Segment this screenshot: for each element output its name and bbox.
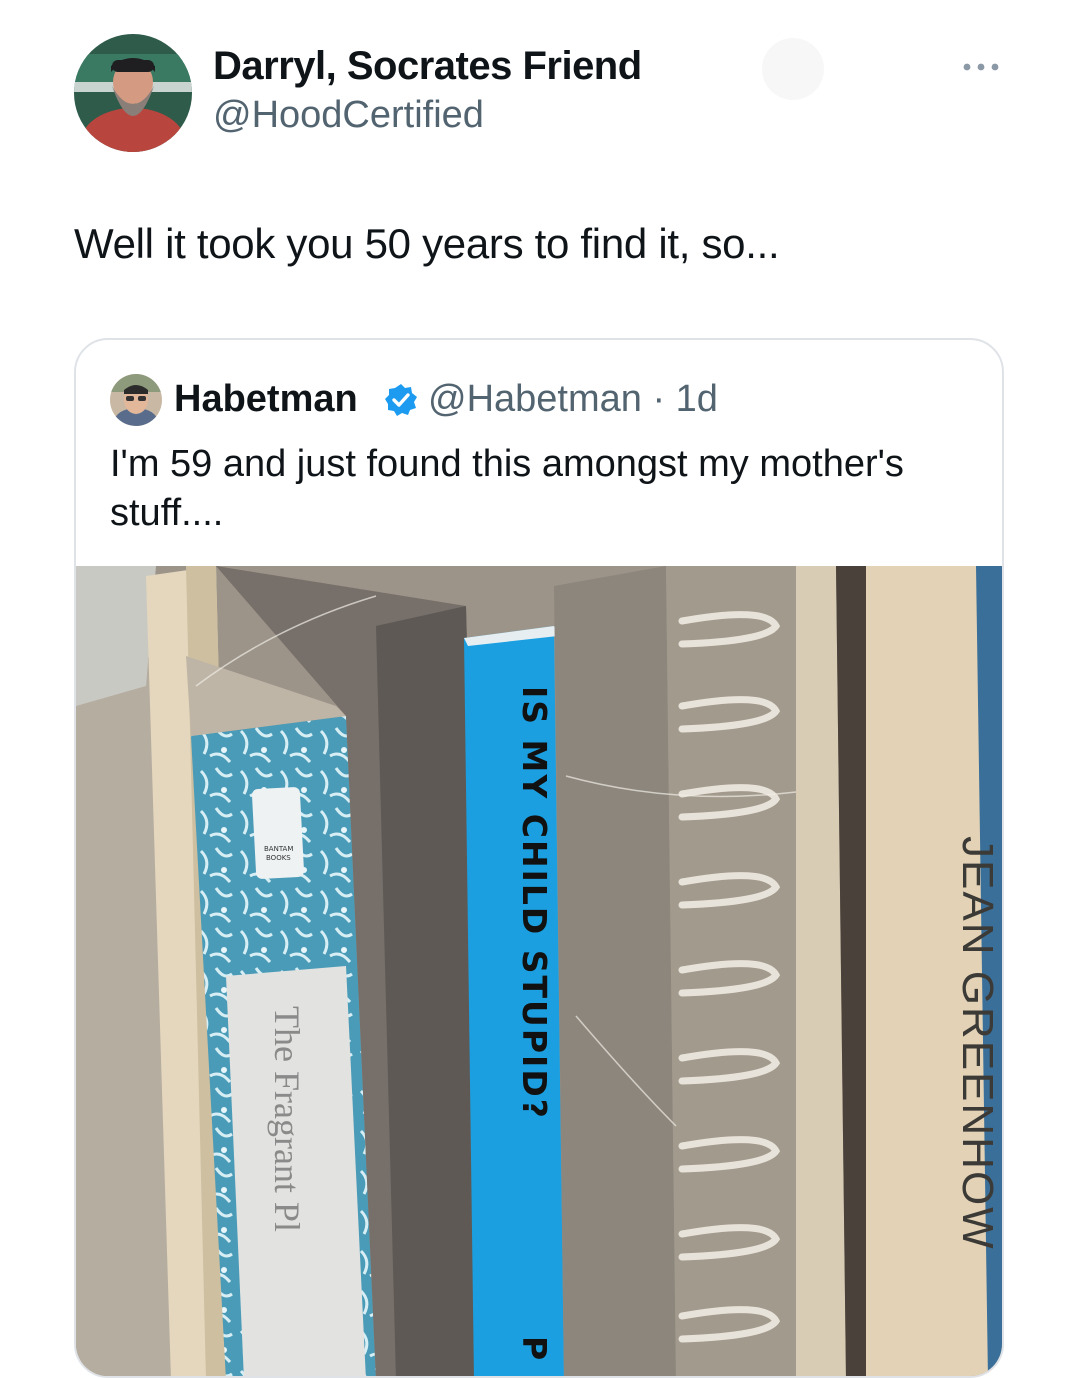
book-spine-title: IS MY CHILD STUPID?	[515, 686, 554, 1120]
author-avatar[interactable]	[74, 34, 192, 152]
more-horizontal-icon	[963, 63, 999, 71]
quoted-tweet-photo[interactable]: BANTAM BOOKS IS MY CHILD STUPID? P JEAN …	[76, 566, 1002, 1376]
quoted-handle-time: @Habetman · 1d	[428, 378, 718, 420]
quoted-author-avatar[interactable]	[110, 374, 162, 426]
svg-text:BANTAM: BANTAM	[264, 845, 293, 853]
grok-icon[interactable]	[762, 38, 824, 100]
verified-badge-icon	[384, 383, 418, 417]
tweet-text: Well it took you 50 years to find it, so…	[74, 220, 780, 267]
author-handle[interactable]: @HoodCertified	[213, 94, 484, 137]
quoted-tweet-text: I'm 59 and just found this amongst my mo…	[110, 443, 904, 534]
quoted-tweet-card[interactable]: Habetman @Habetman · 1d I'm 59 and just …	[74, 338, 1004, 1378]
book-spine-title-cut: P	[515, 1336, 554, 1361]
more-options-button[interactable]	[955, 52, 1011, 82]
book-spine-author: JEAN GREENHOW	[953, 836, 1002, 1251]
book-cover-title: The Fragrant Pl	[267, 1006, 307, 1232]
quoted-author-name[interactable]: Habetman	[174, 378, 358, 421]
svg-text:BOOKS: BOOKS	[266, 854, 291, 862]
author-name[interactable]: Darryl, Socrates Friend	[213, 44, 642, 89]
